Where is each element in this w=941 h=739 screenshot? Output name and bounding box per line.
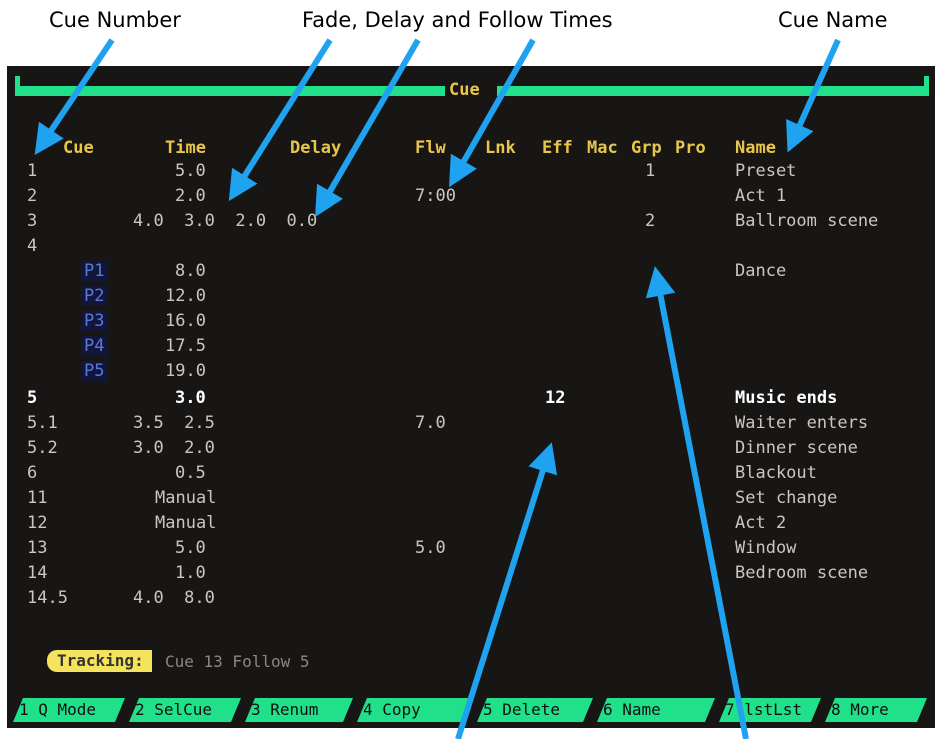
col-header-delay: Delay [290,138,342,158]
softkey-selcue[interactable]: 2 SelCue [129,698,241,722]
cue-time: 3.0 [175,388,206,408]
cue-name: Act 1 [735,186,787,206]
cue-part-number: P3 [81,311,108,331]
cue-part-number: P5 [81,361,108,381]
title-bar-right [497,86,929,96]
cue-part-number: P4 [81,336,108,356]
window-title: Cue [449,80,480,100]
cue-number: 5.2 [27,438,58,458]
cue-time: 12.0 [165,286,206,306]
cue-time: 16.0 [165,311,206,331]
col-header-cue: Cue [63,138,94,158]
cue-time: 8.0 [175,261,206,281]
cue-time: Manual [155,513,217,533]
title-bar-left-end [15,76,20,96]
cue-name: Preset [735,161,797,181]
cue-name: Music ends [735,388,838,408]
cue-time: Manual [155,488,217,508]
cue-number: 4 [27,236,38,256]
cue-number: 5 [27,388,38,408]
cue-part-number: P2 [81,286,108,306]
title-bar-left [15,86,445,96]
cue-number: 3 [27,211,38,231]
col-header-eff: Eff [542,138,573,158]
softkey-bar: 1 Q Mode 2 SelCue 3 Renum 4 Copy 5 Delet… [13,698,927,722]
softkey-more[interactable]: 8 More [825,698,927,722]
col-header-grp: Grp [631,138,662,158]
cue-time: 1.0 [175,563,206,583]
col-header-lnk: Lnk [485,138,516,158]
cue-name: Set change [735,488,838,508]
cue-name: Act 2 [735,513,787,533]
col-header-pro: Pro [675,138,706,158]
cue-name: Waiter enters [735,413,869,433]
cue-time: 4.0 8.0 [133,588,215,608]
tracking-badge: Tracking: [47,650,152,672]
times-callout: Fade, Delay and Follow Times [302,8,613,32]
col-header-name: Name [735,138,776,158]
cue-number: 12 [27,513,48,533]
cue-number: 14.5 [27,588,68,608]
cue-name: Blackout [735,463,817,483]
cue-part-number: P1 [81,261,108,281]
cue-number: 1 [27,161,38,181]
cue-number: 6 [27,463,38,483]
cue-time: 4.0 3.0 2.0 0.0 [133,211,318,231]
cue-time: 0.5 [175,463,206,483]
cue-time: 5.0 [175,161,206,181]
softkey-lstlst[interactable]: 7 lstLst [719,698,821,722]
softkey-delete[interactable]: 5 Delete [477,698,593,722]
cue-effect: 12 [545,388,566,408]
cue-number: 5.1 [27,413,58,433]
title-bar-right-end [924,76,929,96]
col-header-flw: Flw [415,138,446,158]
cue-number: 14 [27,563,48,583]
console-screen: Cue Cue Time Delay Flw Lnk Eff Mac Grp P… [7,66,935,728]
tracking-status: Cue 13 Follow 5 [165,652,310,671]
softkey-q-mode[interactable]: 1 Q Mode [13,698,125,722]
cue-name: Dinner scene [735,438,858,458]
cue-group: 2 [645,211,656,231]
cue-number: 2 [27,186,38,206]
cue-time: 17.5 [165,336,206,356]
col-header-time: Time [165,138,206,158]
softkey-copy[interactable]: 4 Copy [357,698,473,722]
cue-time: 2.0 [175,186,206,206]
cue-number: 11 [27,488,48,508]
col-header-mac: Mac [587,138,618,158]
cue-number-callout: Cue Number [49,8,181,32]
cue-time: 3.5 2.5 [133,413,215,433]
cue-time: 3.0 2.0 [133,438,215,458]
cue-follow: 7.0 [415,413,446,433]
cue-time: 19.0 [165,361,206,381]
softkey-name[interactable]: 6 Name [597,698,715,722]
cue-name: Window [735,538,797,558]
cue-time: 5.0 [175,538,206,558]
cue-name: Dance [735,261,787,281]
cue-group: 1 [645,161,656,181]
cue-name: Ballroom scene [735,211,879,231]
cue-number: 13 [27,538,48,558]
cue-name-callout: Cue Name [778,8,888,32]
cue-follow: 7:00 [415,186,456,206]
softkey-renum[interactable]: 3 Renum [245,698,353,722]
cue-name: Bedroom scene [735,563,869,583]
cue-follow: 5.0 [415,538,446,558]
